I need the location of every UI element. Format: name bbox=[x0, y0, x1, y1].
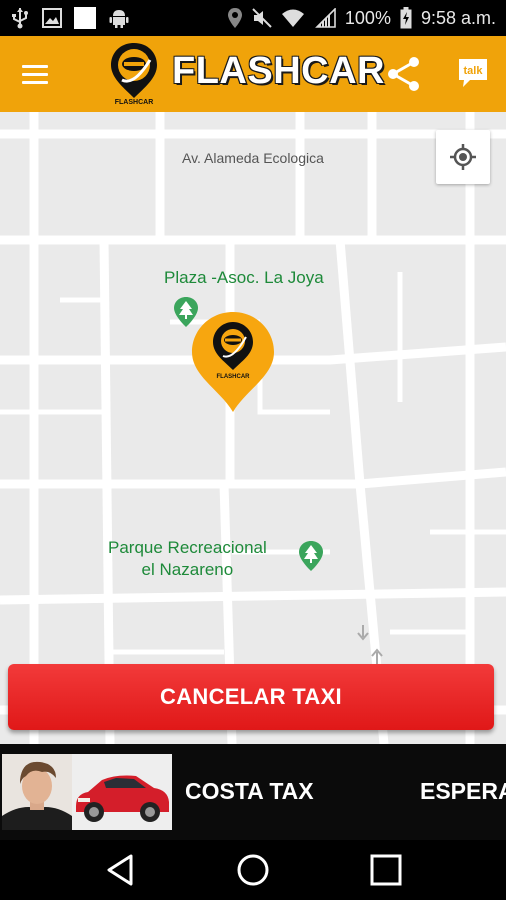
android-icon bbox=[108, 7, 130, 29]
menu-icon-bar bbox=[22, 64, 48, 68]
poi-label-parque-line1: Parque Recreacional bbox=[108, 538, 267, 557]
wifi-icon bbox=[281, 8, 305, 28]
recents-button[interactable] bbox=[366, 850, 406, 890]
location-icon bbox=[227, 7, 243, 29]
one-way-arrow-icon bbox=[371, 648, 383, 664]
one-way-arrow-icon bbox=[357, 625, 369, 641]
share-icon bbox=[388, 57, 419, 91]
my-location-button[interactable] bbox=[436, 130, 490, 184]
system-nav-bar bbox=[0, 840, 506, 900]
app-title: FLASHCAR bbox=[172, 50, 385, 92]
status-bar: 100% 9:58 a.m. bbox=[0, 0, 506, 36]
usb-icon bbox=[10, 7, 30, 29]
battery-icon bbox=[400, 7, 412, 29]
street-label: Av. Alameda Ecologica bbox=[182, 150, 324, 166]
mute-icon bbox=[252, 8, 272, 28]
notification-square-icon bbox=[74, 7, 96, 29]
locate-icon bbox=[450, 144, 476, 170]
driver-panel: COSTA TAX ESPERA bbox=[0, 744, 506, 840]
menu-icon-bar bbox=[22, 72, 48, 76]
driver-photo bbox=[2, 754, 72, 830]
cancel-taxi-button[interactable]: CANCELAR TAXI bbox=[8, 664, 494, 730]
back-button[interactable] bbox=[100, 850, 140, 890]
trip-status: ESPERA bbox=[420, 778, 506, 804]
home-icon bbox=[237, 854, 269, 886]
clock: 9:58 a.m. bbox=[420, 7, 496, 28]
poi-label-parque: Parque Recreacional el Nazareno bbox=[108, 537, 267, 581]
menu-icon-bar bbox=[22, 80, 48, 84]
menu-button[interactable] bbox=[22, 58, 54, 90]
signal-icon bbox=[314, 8, 336, 28]
driver-name: COSTA TAX bbox=[185, 778, 314, 804]
recents-icon bbox=[370, 854, 402, 886]
talk-text: talk bbox=[464, 65, 484, 77]
talk-button[interactable]: talk bbox=[456, 56, 490, 90]
image-icon bbox=[42, 8, 62, 28]
poi-label-plaza: Plaza -Asoc. La Joya bbox=[164, 268, 324, 287]
marker-text: FLASHCAR bbox=[217, 374, 251, 380]
map-roads bbox=[0, 112, 506, 744]
talk-icon: talk bbox=[459, 59, 487, 87]
map-view[interactable]: Av. Alameda Ecologica Plaza -Asoc. La Jo… bbox=[0, 112, 506, 744]
tree-icon bbox=[299, 541, 323, 571]
share-button[interactable] bbox=[384, 54, 424, 94]
battery-percent: 100% bbox=[344, 7, 391, 28]
logo-text: FLASHCAR bbox=[115, 99, 154, 106]
poi-label-parque-line2: el Nazareno bbox=[141, 560, 234, 579]
back-icon bbox=[107, 854, 133, 886]
home-button[interactable] bbox=[233, 850, 273, 890]
app-bar: FLASHCAR FLASHCAR talk bbox=[0, 36, 506, 112]
car-photo bbox=[72, 754, 172, 830]
taxi-location-marker[interactable]: FLASHCAR bbox=[190, 310, 276, 414]
flashcar-logo-icon: FLASHCAR bbox=[111, 43, 157, 106]
